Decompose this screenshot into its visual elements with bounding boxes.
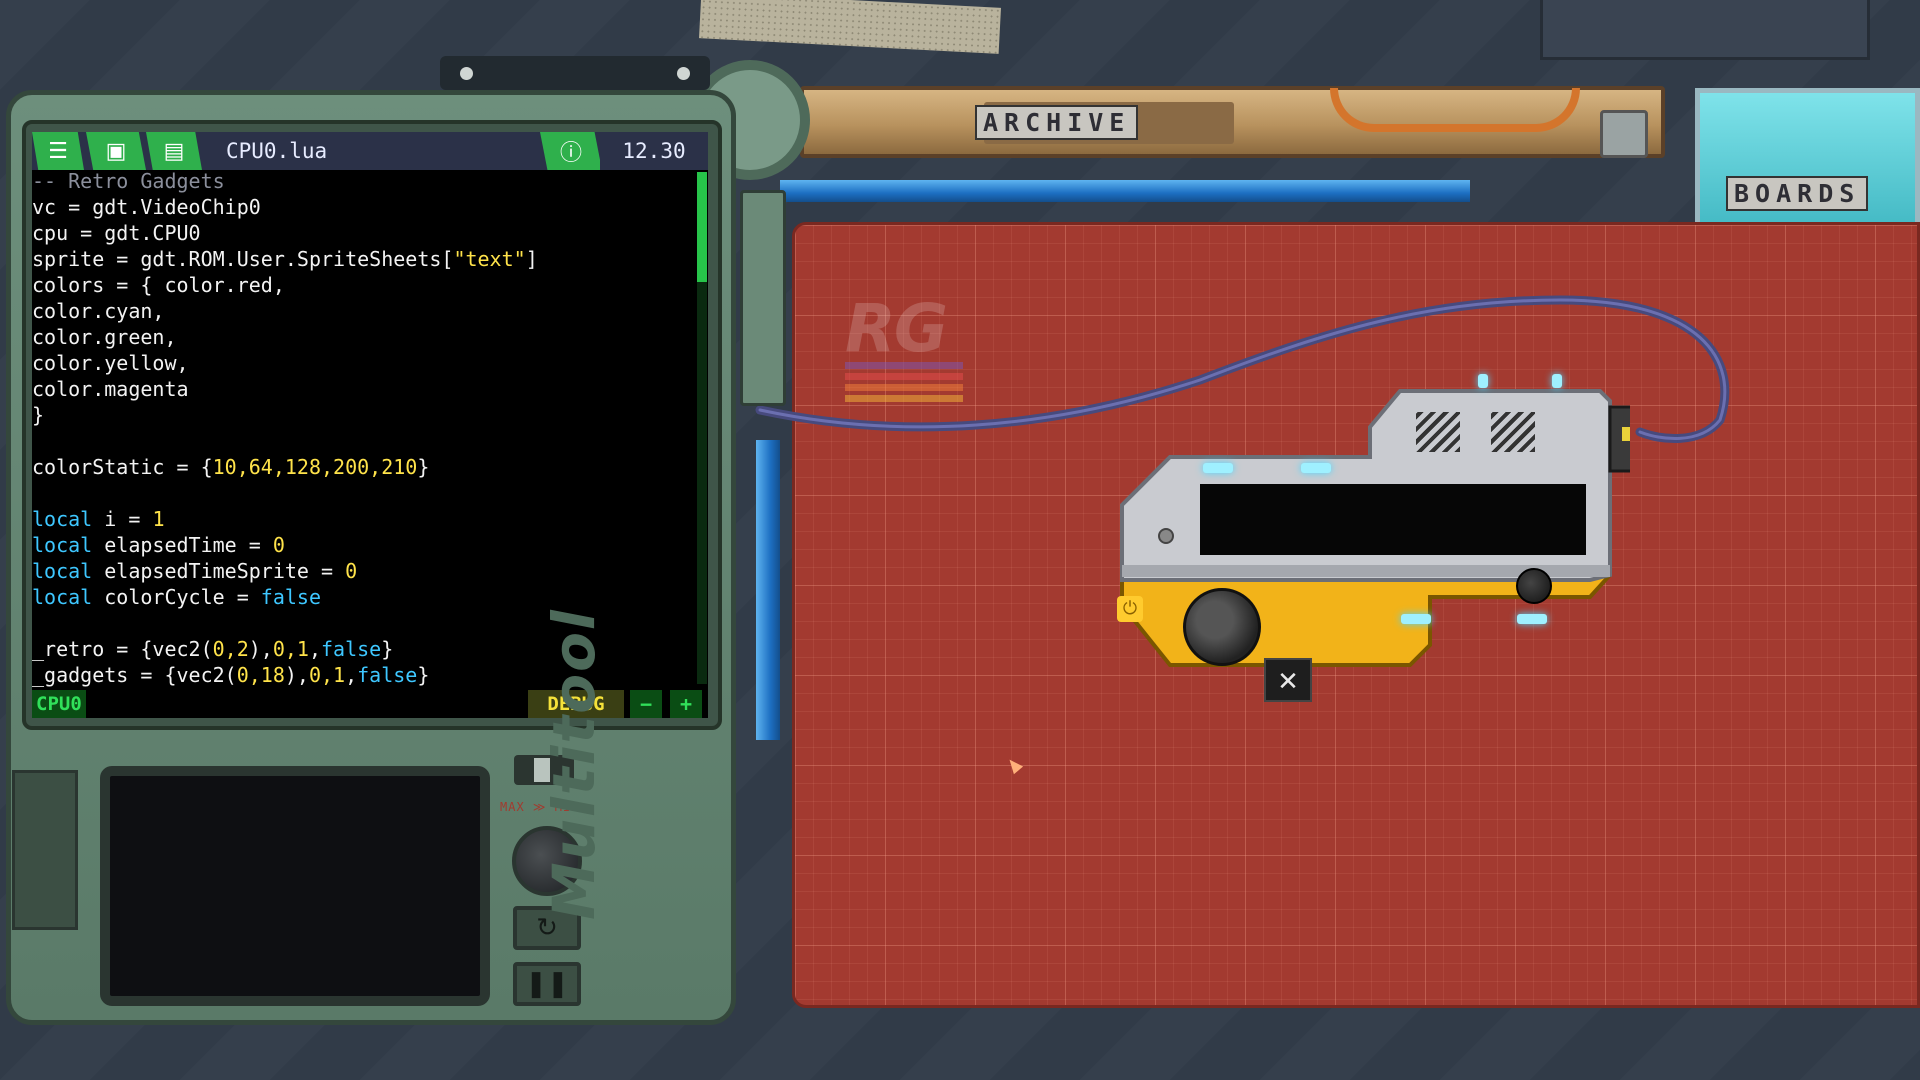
code-line[interactable]: } — [32, 402, 44, 428]
speaker-vent — [1416, 412, 1460, 452]
menu-icon[interactable]: ☰ — [32, 132, 84, 170]
board-connector — [740, 190, 786, 406]
zoom-out-button[interactable]: − — [630, 690, 662, 718]
code-line[interactable]: cpu = gdt.CPU0 — [32, 220, 201, 246]
code-line[interactable]: local colorCycle = false — [32, 584, 321, 610]
code-line[interactable]: color.green, — [32, 324, 177, 350]
code-line[interactable]: color.yellow, — [32, 350, 189, 376]
blue-pipe-left — [756, 440, 780, 740]
code-line[interactable]: vc = gdt.VideoChip0 — [32, 194, 261, 220]
rg-logo-stripes — [845, 362, 963, 412]
multitool-brand: Multitool — [540, 608, 608, 920]
zoom-in-button[interactable]: + — [670, 690, 702, 718]
multitool-handle[interactable] — [440, 56, 710, 90]
blue-pipe-top — [780, 180, 1470, 202]
led-indicator — [1517, 614, 1547, 624]
code-scrollbar-thumb[interactable] — [697, 172, 707, 282]
status-cpu-label: CPU0 — [32, 690, 86, 718]
code-line[interactable]: color.cyan, — [32, 298, 164, 324]
cable-coil — [1330, 88, 1580, 132]
boards-label[interactable]: BOARDS — [1726, 176, 1869, 211]
boards-bin[interactable] — [1695, 88, 1920, 233]
code-line[interactable]: local i = 1 — [32, 506, 164, 532]
screw-icon — [1158, 528, 1174, 544]
speaker-vent — [1491, 412, 1535, 452]
code-line[interactable]: _retro = {vec2(0,2),0,1,false} — [32, 636, 393, 662]
power-socket-icon[interactable] — [1600, 110, 1648, 158]
info-icon[interactable]: ⓘ — [540, 132, 602, 170]
code-line[interactable]: colorStatic = {10,64,128,200,210} — [32, 454, 429, 480]
editor-filename: CPU0.lua — [226, 139, 328, 163]
gadget-knob-small[interactable] — [1516, 568, 1552, 604]
code-line[interactable]: local elapsedTimeSprite = 0 — [32, 558, 357, 584]
led-indicator — [1552, 374, 1562, 388]
led-indicator — [1301, 463, 1331, 473]
code-line[interactable]: sprite = gdt.ROM.User.SpriteSheets["text… — [32, 246, 538, 272]
code-line[interactable]: -- Retro Gadgets — [32, 168, 225, 194]
gadget-knob-large[interactable] — [1183, 588, 1261, 666]
editor-clock: 12.30 — [600, 132, 708, 170]
multitool-side-strip — [12, 770, 78, 930]
led-indicator — [1478, 374, 1488, 388]
code-line[interactable]: _gadgets = {vec2(0,18),0,1,false} — [32, 662, 429, 688]
file-icon[interactable]: ▤ — [146, 132, 202, 170]
gadget-icon[interactable]: ▣ — [86, 132, 146, 170]
led-indicator — [1401, 614, 1431, 624]
code-line[interactable]: local elapsedTime = 0 — [32, 532, 285, 558]
code-line[interactable]: color.magenta — [32, 376, 189, 402]
pause-icon[interactable]: ❚❚ — [513, 962, 581, 1006]
top-storage-panel[interactable] — [1540, 0, 1870, 60]
code-line[interactable]: colors = { color.red, — [32, 272, 285, 298]
gadget-close-button[interactable]: ✕ — [1264, 658, 1312, 702]
power-icon[interactable]: ⏻ — [1117, 596, 1143, 622]
archive-label[interactable]: ARCHIVE — [975, 105, 1139, 140]
rg-logo: RG — [845, 290, 948, 367]
multitool-lower-screen[interactable] — [100, 766, 490, 1006]
led-indicator — [1203, 463, 1233, 473]
gadget-screen — [1200, 484, 1586, 555]
